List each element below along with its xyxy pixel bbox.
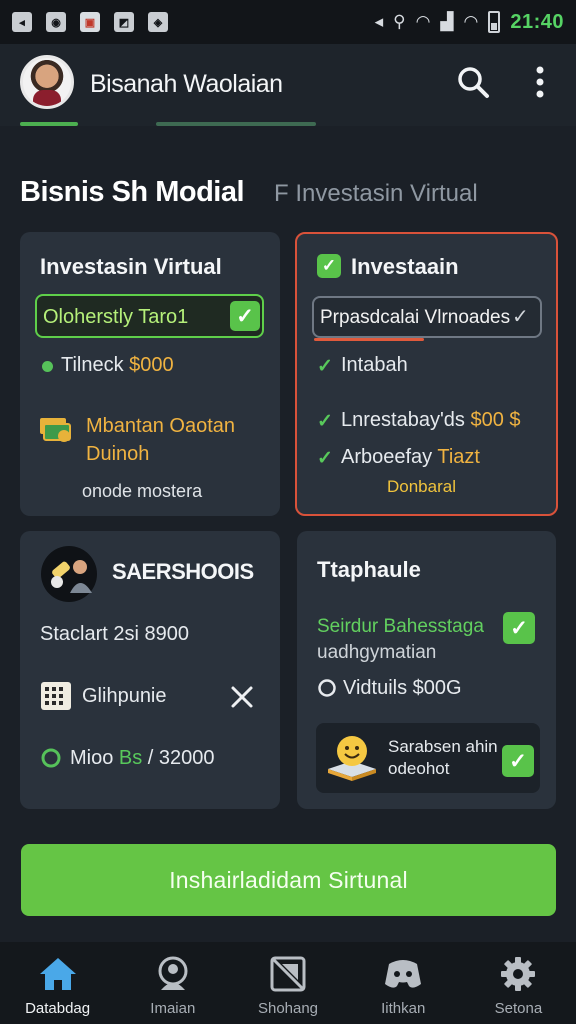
- schedule-line-2: uadhgymatian: [317, 642, 437, 663]
- circle-app-icon: ◉: [46, 12, 66, 32]
- stat-line-3-value: / 32000: [142, 747, 215, 769]
- signal-icon: ◂: [12, 12, 32, 32]
- status-time: 21:40: [510, 10, 564, 33]
- tab-indicator: [156, 122, 316, 126]
- gear-icon: [501, 957, 536, 991]
- chat-icon: [158, 956, 188, 990]
- checkbox-checked-icon[interactable]: ✓: [502, 745, 534, 777]
- nav-label: Iithkan: [381, 1000, 426, 1017]
- feature-item-3-label: Arboeefay: [341, 446, 438, 468]
- promo-line-2: Duinoh: [86, 443, 150, 465]
- nav-label: Shohang: [257, 1000, 319, 1017]
- card-title: Investaain: [351, 254, 459, 279]
- wifi-icon-2: ◠: [463, 12, 479, 31]
- discord-icon: [385, 960, 422, 988]
- stat-line-1: Staclart 2si 8900: [40, 623, 189, 645]
- stat-line-2: Glihpunie: [82, 685, 167, 707]
- flag-app-icon: ▣: [80, 12, 100, 32]
- dropdown-progress: [314, 338, 424, 341]
- option-pill-label: Oloherstly Taro1: [43, 306, 189, 328]
- reward-line-1: Sarabsen ahin: [388, 737, 498, 756]
- schedule-line-1: Seirdur Bahesstaga: [317, 616, 484, 637]
- feature-item-2: Lnrestabay'ds $00 $: [341, 409, 521, 432]
- avatar[interactable]: [20, 55, 74, 109]
- nav-label: Databdag: [25, 1000, 91, 1017]
- signal-bars-icon: ▟: [440, 12, 454, 31]
- battery-icon: [488, 11, 501, 33]
- app-bar: Bisanah Waolaian: [0, 44, 576, 126]
- option-pill[interactable]: Oloherstly Taro1 ✓: [35, 294, 264, 338]
- price-label: Tilneck: [61, 354, 130, 376]
- nav-item-home[interactable]: Databdag: [0, 942, 115, 1024]
- smiley-icon: [328, 736, 376, 781]
- section-subtitle: F Investasin Virtual: [274, 180, 478, 207]
- status-bar: ◂ ◉ ▣ ◩ ◈ ◂ ⚲ ◠ ▟ ◠ 21:40: [0, 0, 576, 44]
- feature-item-2-value: $00 $: [470, 409, 521, 431]
- reward-panel[interactable]: Sarabsen ahin odeohot ✓: [316, 723, 540, 793]
- feature-item-3: Arboeefay Tiazt: [341, 446, 480, 469]
- primary-cta-button[interactable]: Inshairladidam Sirtunal: [21, 844, 556, 916]
- check-icon: ✓: [512, 306, 529, 328]
- card-footer: onode mostera: [82, 481, 203, 501]
- money-icon: [40, 418, 71, 442]
- stat-line-3: Mioo Bs / 32000: [70, 747, 215, 770]
- nav-label: Setona: [494, 1000, 543, 1017]
- photo-app-icon: ◈: [148, 12, 168, 32]
- app-title: Bisanah Waolaian: [90, 70, 283, 98]
- card-title: Ttaphaule: [317, 557, 421, 582]
- search-status-icon: ⚲: [393, 12, 406, 31]
- checkbox-checked-icon[interactable]: ✓: [503, 612, 535, 644]
- nav-item-settings[interactable]: Setona: [461, 942, 576, 1024]
- check-icon: ✓: [317, 448, 333, 469]
- status-dot-icon: [42, 361, 53, 372]
- primary-cta-label: Inshairladidam Sirtunal: [169, 866, 408, 893]
- mute-icon: ◂: [374, 12, 384, 31]
- stat-line-3-highlight: Bs: [118, 747, 143, 769]
- investment-card[interactable]: Investasin Virtual Oloherstly Taro1 ✓ Ti…: [20, 232, 280, 516]
- nav-item-chat[interactable]: Imaian: [115, 942, 230, 1024]
- home-icon: [39, 958, 76, 990]
- radio-icon[interactable]: [40, 747, 62, 769]
- card-title: Investasin Virtual: [40, 254, 222, 279]
- schedule-card[interactable]: Ttaphaule Seirdur Bahesstaga ✓ uadhgymat…: [297, 531, 556, 809]
- radio-icon[interactable]: [317, 678, 337, 698]
- tab-indicator-active: [20, 122, 78, 126]
- image-app-icon: ◩: [114, 12, 134, 32]
- feature-item-1: Intabah: [341, 354, 408, 376]
- stat-line-3-label: Mioo: [70, 747, 119, 769]
- checkbox-checked-icon: ✓: [317, 254, 341, 278]
- price-row: Tilneck $000: [61, 354, 174, 377]
- calendar-icon: [41, 682, 71, 710]
- reward-line-2: odeohot: [388, 759, 450, 778]
- card-title: SAERSHOOIS: [112, 559, 254, 584]
- price-value: $000: [129, 354, 174, 376]
- nav-item-community[interactable]: Iithkan: [346, 942, 461, 1024]
- profile-card[interactable]: SAERSHOOIS Staclart 2si 8900 Glihpunie M…: [20, 531, 280, 809]
- more-vertical-icon: [536, 66, 544, 98]
- bottom-navigation: Databdag Imaian Shohang Iithkan Setona: [0, 942, 576, 1024]
- dropdown-select[interactable]: Prpasdcalai Vlrnoades ✓: [312, 296, 542, 338]
- nav-label: Imaian: [150, 1000, 196, 1017]
- feature-item-2-label: Lnrestabay'ds: [341, 409, 471, 431]
- search-icon: [458, 67, 489, 98]
- checkbox-checked-icon[interactable]: ✓: [230, 301, 260, 331]
- section-title: Bisnis Sh Modial: [20, 176, 245, 208]
- more-options-button[interactable]: [520, 62, 560, 102]
- investment-alert-card[interactable]: ✓ Investaain Prpasdcalai Vlrnoades ✓ ✓ I…: [295, 232, 558, 516]
- dropdown-value: Prpasdcalai Vlrnoades: [320, 307, 511, 328]
- check-icon: ✓: [317, 411, 333, 432]
- feature-item-3-value: Tiazt: [437, 446, 480, 468]
- wifi-icon: ◠: [415, 12, 431, 31]
- shopping-icon: [270, 956, 306, 992]
- feature-item-3-sub: Donbaral: [387, 477, 456, 496]
- close-icon[interactable]: [230, 685, 254, 709]
- profile-badge-icon: [41, 546, 97, 602]
- schedule-line-3: Vidtuils $00G: [343, 677, 462, 699]
- search-button[interactable]: [453, 62, 493, 102]
- check-icon: ✓: [317, 356, 333, 377]
- nav-item-shopping[interactable]: Shohang: [230, 942, 345, 1024]
- promo-line-1: Mbantan Oaotan: [86, 415, 235, 437]
